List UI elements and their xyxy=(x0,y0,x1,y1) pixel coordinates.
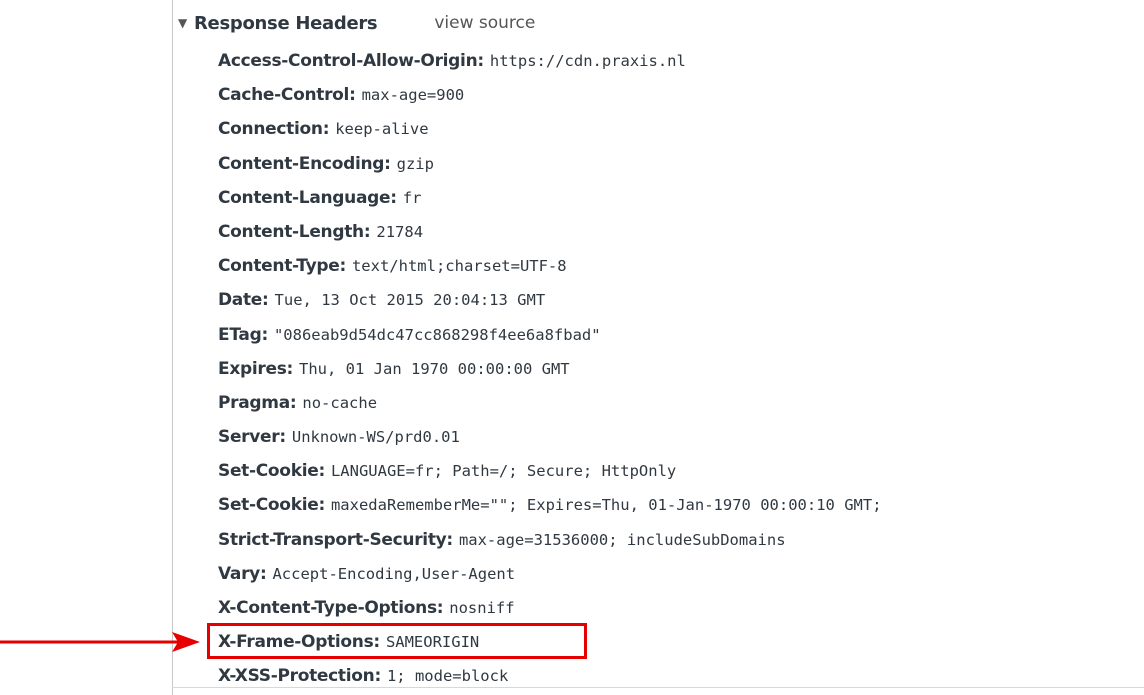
header-name: Pragma: xyxy=(218,392,297,413)
header-name: ETag: xyxy=(218,324,268,345)
header-name: Set-Cookie: xyxy=(218,495,325,516)
header-name: Date: xyxy=(218,290,269,311)
header-value: LANGUAGE=fr; Path=/; Secure; HttpOnly xyxy=(330,462,677,481)
response-headers-list: Access-Control-Allow-Origin: https://cdn.… xyxy=(218,44,882,694)
header-value: max-age=31536000; includeSubDomains xyxy=(458,530,786,549)
header-name: Expires: xyxy=(218,358,294,379)
section-title: Response Headers xyxy=(194,12,378,34)
panel-left-border xyxy=(172,0,173,695)
header-value: Accept-Encoding,User-Agent xyxy=(272,564,516,583)
header-row-expires: Expires: Thu, 01 Jan 1970 00:00:00 GMT xyxy=(218,352,882,386)
header-name: Content-Language: xyxy=(218,187,397,208)
header-value: https://cdn.praxis.nl xyxy=(489,52,686,70)
header-value: Unknown-WS/prd0.01 xyxy=(291,428,460,447)
red-arrow-icon xyxy=(0,632,200,652)
header-name: Content-Length: xyxy=(218,221,371,242)
header-name: Set-Cookie: xyxy=(218,461,325,482)
header-row-x-content-type-options: X-Content-Type-Options: nosniff xyxy=(218,591,882,625)
header-row-date: Date: Tue, 13 Oct 2015 20:04:13 GMT xyxy=(218,283,882,317)
header-name: X-Content-Type-Options: xyxy=(218,598,444,618)
header-row-vary: Vary: Accept-Encoding,User-Agent xyxy=(218,557,882,591)
header-value: "086eab9d54dc47cc868298f4ee6a8fbad" xyxy=(273,325,601,344)
header-row-content-encoding: Content-Encoding: gzip xyxy=(218,147,882,181)
header-row-access-control-allow-origin: Access-Control-Allow-Origin: https://cdn.… xyxy=(218,44,882,78)
header-row-strict-transport-security: Strict-Transport-Security: max-age=315360… xyxy=(218,523,882,557)
response-headers-toggle[interactable]: ▼ Response Headers view source xyxy=(178,10,535,36)
header-row-content-language: Content-Language: fr xyxy=(218,181,882,215)
header-row-set-cookie: Set-Cookie: LANGUAGE=fr; Path=/; Secure; … xyxy=(218,454,882,488)
header-name: Server: xyxy=(218,427,286,448)
header-value: gzip xyxy=(396,154,434,173)
header-row-server: Server: Unknown-WS/prd0.01 xyxy=(218,420,882,454)
header-row-pragma: Pragma: no-cache xyxy=(218,386,882,420)
header-name: Access-Control-Allow-Origin: xyxy=(218,51,484,71)
header-row-set-cookie: Set-Cookie: maxedaRememberMe=""; Expires=… xyxy=(218,488,882,522)
header-name: Content-Type: xyxy=(218,256,346,277)
header-row-connection: Connection: keep-alive xyxy=(218,112,882,146)
header-value: keep-alive xyxy=(335,120,429,139)
header-name: Strict-Transport-Security: xyxy=(218,529,453,550)
panel-bottom-border xyxy=(172,687,1144,688)
header-name: X-Frame-Options: xyxy=(218,632,380,653)
header-name: Connection: xyxy=(218,119,330,140)
header-value: fr xyxy=(402,188,422,207)
header-value: nosniff xyxy=(449,599,515,617)
header-value: Tue, 13 Oct 2015 20:04:13 GMT xyxy=(274,291,546,310)
header-value: 1; mode=block xyxy=(386,667,509,686)
header-value: no-cache xyxy=(302,393,378,412)
header-value: text/html;charset=UTF-8 xyxy=(351,257,567,276)
header-row-etag: ETag: "086eab9d54dc47cc868298f4ee6a8fbad" xyxy=(218,318,882,352)
header-value: maxedaRememberMe=""; Expires=Thu, 01-Jan… xyxy=(330,496,882,515)
header-value: SAMEORIGIN xyxy=(385,633,480,652)
header-value: max-age=900 xyxy=(361,86,465,105)
header-row-x-frame-options: X-Frame-Options: SAMEORIGIN xyxy=(218,625,882,659)
header-row-content-type: Content-Type: text/html;charset=UTF-8 xyxy=(218,249,882,283)
header-value: 21784 xyxy=(376,222,424,241)
header-value: Thu, 01 Jan 1970 00:00:00 GMT xyxy=(299,359,570,378)
header-row-content-length: Content-Length: 21784 xyxy=(218,215,882,249)
header-name: X-XSS-Protection: xyxy=(218,666,381,687)
triangle-down-icon: ▼ xyxy=(178,16,188,30)
header-name: Content-Encoding: xyxy=(218,153,391,174)
header-name: Vary: xyxy=(218,563,267,584)
header-name: Cache-Control: xyxy=(218,85,356,106)
header-row-cache-control: Cache-Control: max-age=900 xyxy=(218,78,882,112)
view-source-link[interactable]: view source xyxy=(434,13,535,33)
header-row-x-xss-protection: X-XSS-Protection: 1; mode=block xyxy=(218,659,882,693)
